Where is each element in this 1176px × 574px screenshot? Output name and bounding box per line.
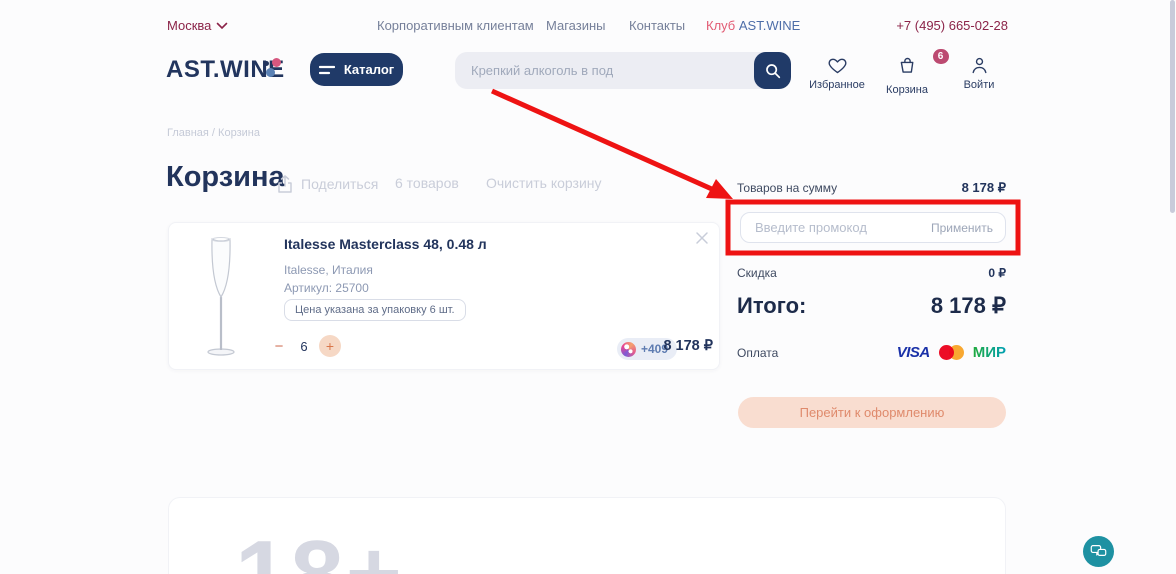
chevron-down-icon (217, 22, 228, 29)
share-icon (278, 175, 292, 193)
nav-corporate-clients[interactable]: Корпоративным клиентам (377, 18, 534, 33)
city-selector[interactable]: Москва (167, 18, 228, 33)
club-prefix: Клуб (706, 18, 739, 33)
promo-code-input[interactable] (755, 213, 915, 242)
quantity-stepper: − 6 + (269, 335, 341, 357)
quantity-value: 6 (300, 338, 308, 354)
logo-grapes-icon (264, 58, 286, 80)
product-title[interactable]: Italesse Masterclass 48, 0.48 л (284, 236, 487, 252)
product-price: 8 178 ₽ (663, 338, 713, 354)
breadcrumb-home[interactable]: Главная (167, 127, 209, 139)
city-label: Москва (167, 18, 212, 33)
product-image-wine-glass[interactable] (195, 235, 247, 359)
remove-item-icon[interactable] (695, 231, 709, 245)
mir-logo: МИР (972, 344, 1006, 361)
nav-stores[interactable]: Магазины (546, 18, 606, 33)
items-count: 6 товаров (395, 175, 459, 191)
scrollbar[interactable] (1170, 0, 1175, 213)
checkout-button[interactable]: Перейти к оформлению (738, 397, 1006, 428)
search-input[interactable] (471, 52, 741, 89)
nav-contacts[interactable]: Контакты (629, 18, 685, 33)
age-restriction-text: 18+ (235, 520, 404, 574)
product-brand-country: Italesse, Италия (284, 263, 373, 277)
product-sku: Артикул: 25700 (284, 281, 369, 295)
catalog-button[interactable]: Каталог (310, 53, 403, 86)
promo-apply-button[interactable]: Применить (931, 213, 993, 242)
share-label: Поделиться (301, 176, 379, 192)
clear-cart-button[interactable]: Очистить корзину (486, 175, 602, 191)
annotation-arrow-head (706, 179, 733, 199)
breadcrumb: Главная / Корзина (167, 127, 260, 139)
discount-value: 0 ₽ (988, 266, 1006, 280)
bonus-coin-icon (621, 341, 636, 357)
visa-logo: VISA (896, 344, 931, 361)
decrease-quantity-button[interactable]: − (269, 338, 289, 355)
mastercard-logo (938, 345, 964, 360)
order-summary: Товаров на сумму 8 178 ₽ Применить Скидк… (737, 0, 1006, 574)
menu-icon (318, 65, 335, 74)
chat-widget-button[interactable] (1083, 536, 1114, 567)
promo-code-field: Применить (740, 212, 1006, 243)
discount-label: Скидка (737, 266, 777, 280)
share-button[interactable]: Поделиться (277, 175, 378, 193)
subtotal-value: 8 178 ₽ (961, 180, 1006, 195)
subtotal-label: Товаров на сумму (737, 181, 838, 195)
age-restriction-card: 18+ (168, 497, 1006, 574)
total-value: 8 178 ₽ (930, 293, 1006, 318)
chat-icon (1090, 544, 1107, 556)
breadcrumb-separator: / (208, 127, 219, 139)
cart-item-card: Italesse Masterclass 48, 0.48 л Italesse… (168, 222, 720, 370)
page-title: Корзина (166, 161, 285, 193)
payment-label: Оплата (737, 345, 779, 360)
pack-note-badge: Цена указана за упаковку 6 шт. (284, 299, 466, 321)
catalog-button-label: Каталог (343, 62, 395, 77)
total-label: Итого: (737, 293, 807, 318)
cart-page: Москва Корпоративным клиентам Магазины К… (0, 0, 1176, 574)
increase-quantity-button[interactable]: + (319, 335, 341, 357)
breadcrumb-current: Корзина (218, 127, 260, 139)
